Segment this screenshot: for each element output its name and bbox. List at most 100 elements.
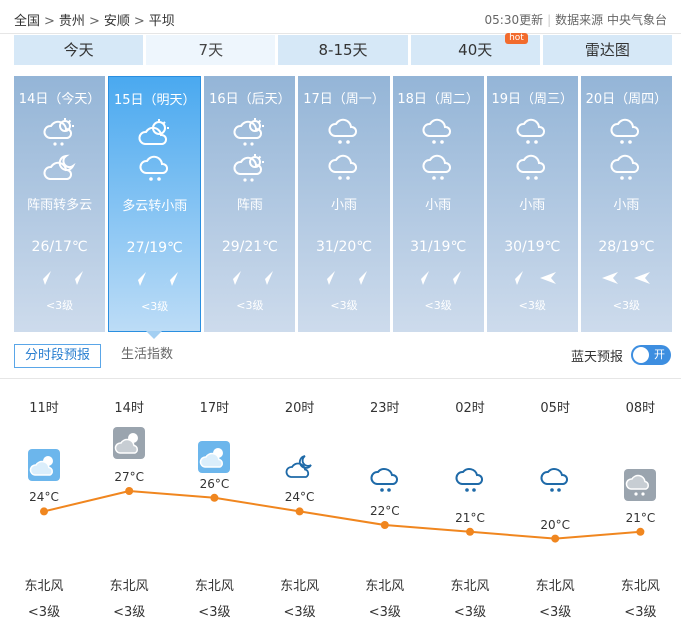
partly-cloudy-night-icon	[284, 451, 316, 483]
wind-directions	[109, 270, 200, 292]
hour-time: 08时	[625, 401, 656, 416]
hour-temperature: 21°C	[625, 510, 656, 525]
wind-level: <3级	[236, 299, 264, 312]
tab-hourly-forecast[interactable]: 分时段预报	[14, 344, 102, 368]
tab-label: 今天	[63, 41, 94, 59]
partly-cloudy-icon	[198, 440, 231, 473]
breadcrumb-province[interactable]: 贵州	[59, 14, 85, 29]
hour-temperature: 22°C	[369, 504, 400, 518]
hour-temperature: 27°C	[114, 470, 145, 484]
light-rain-icon	[326, 152, 362, 184]
wind-arrow-icon	[319, 269, 337, 291]
light-rain-icon	[137, 153, 173, 185]
day-card[interactable]: 15日（明天） 多云转小雨 27/19℃ <3级	[108, 76, 202, 332]
breadcrumb-country[interactable]: 全国	[14, 14, 40, 29]
weather-description: 阵雨	[236, 198, 263, 213]
wind-directions	[14, 269, 105, 291]
day-label: 18日（周二）	[397, 92, 479, 107]
tab-life-index[interactable]: 生活指数	[111, 344, 183, 368]
wind-direction: 东北风	[535, 579, 575, 594]
sub-tabs: 分时段预报 生活指数	[14, 344, 183, 368]
toggle-text: 开	[654, 348, 665, 361]
temperature-range: 29/21℃	[221, 239, 278, 255]
partly-cloudy-icon	[28, 449, 60, 481]
hour-time: 20时	[284, 401, 315, 416]
hour-time: 23时	[370, 401, 400, 416]
temperature-range: 26/17℃	[31, 239, 88, 255]
wind-arrow-icon	[507, 269, 525, 291]
wind-level: <3级	[624, 605, 657, 620]
day-card[interactable]: 16日（后天） 阵雨 29/21℃ <3级	[204, 76, 296, 332]
tab-today[interactable]: 今天	[14, 35, 144, 65]
wind-level: <3级	[612, 299, 641, 312]
light-rain-icon	[608, 152, 644, 184]
wind-arrow-icon	[67, 269, 85, 291]
hour-temperature: 24°C	[284, 490, 315, 505]
day-card[interactable]: 18日（周二） 小雨 31/19℃ <3级	[392, 76, 484, 332]
tab-label: 雷达图	[584, 41, 630, 59]
cloud-rain-sun-icon	[42, 116, 78, 148]
hour-temperature: 21°C	[455, 510, 485, 525]
wind-arrow-icon	[130, 270, 148, 292]
breadcrumb-county[interactable]: 平坝	[149, 14, 175, 29]
tab-radar[interactable]: 雷达图	[542, 35, 673, 65]
tab-label: 8-15天	[318, 41, 368, 59]
breadcrumb-separator: >	[88, 14, 100, 29]
hourly-item: 17时 东北风 <3级 26°C	[172, 379, 256, 644]
light-rain-icon	[608, 116, 644, 148]
hourly-item: 14时 东北风 <3级 27°C	[87, 379, 171, 644]
hourly-item: 02时 东北风 <3级 21°C	[428, 379, 512, 644]
wind-direction: 东北风	[365, 579, 405, 594]
breadcrumb-city[interactable]: 安顺	[104, 14, 130, 29]
hour-temperature: 26°C	[199, 476, 230, 491]
wind-direction: 东北风	[109, 579, 149, 594]
blue-sky-label: 蓝天预报	[570, 349, 623, 365]
hourly-item: 23时东北风 <3级 22°C	[343, 379, 427, 644]
day-card[interactable]: 20日（周四） 小雨 28/19℃ <3级	[580, 76, 672, 332]
day-card[interactable]: 17日（周一） 小雨 31/20℃ <3级	[298, 76, 390, 332]
tab-label: 7天	[198, 41, 224, 59]
day-label: 15日（明天）	[113, 93, 196, 108]
wind-level: <3级	[368, 605, 401, 620]
wind-arrow-icon	[35, 269, 53, 291]
partly-cloudy-icon	[137, 117, 173, 149]
wind-level: <3级	[141, 300, 169, 313]
day-label: 17日（周一）	[303, 92, 385, 107]
wind-level: <3级	[283, 605, 316, 620]
tab-7-days[interactable]: 7天	[146, 35, 276, 65]
cloud-rain-sun-icon	[232, 152, 268, 184]
tab-40-days[interactable]: 40天 hot	[410, 33, 540, 65]
tab-8-15-days[interactable]: 8-15天	[278, 35, 408, 65]
wind-directions	[393, 269, 484, 291]
day-card[interactable]: 19日（周三） 小雨 30/19℃ <3级	[486, 76, 578, 332]
overcast-sun-icon	[113, 427, 146, 459]
top-bar: 全国 > 贵州 > 安顺 > 平坝 05:30更新 | 数据来源 中央气象台	[0, 0, 681, 34]
wind-arrow-icon	[539, 269, 557, 291]
weather-description: 多云转小雨	[122, 199, 188, 214]
light-rain-icon	[514, 152, 550, 184]
hourly-forecast: 11时 东北风 <3级 24°C 14时 东北风 <3级 27°C 17时 东北风 <3级 26°C 2…	[0, 378, 681, 644]
wind-level: <3级	[539, 605, 572, 620]
wind-level: <3级	[27, 605, 61, 620]
blue-sky-toggle[interactable]: 开	[631, 345, 671, 365]
forecast-tabs: 今天 7天 8-15天 40天 hot 雷达图	[14, 33, 673, 65]
light-rain-icon	[326, 116, 362, 148]
day-card[interactable]: 14日（今天） 阵雨转多云 26/17℃ <3级	[14, 76, 106, 332]
weather-description: 小雨	[613, 198, 640, 213]
wind-level: <3级	[198, 605, 231, 620]
hot-badge: hot	[505, 33, 528, 44]
light-rain-icon	[420, 116, 456, 148]
overcast-rain-icon	[624, 469, 657, 501]
hour-time: 02时	[455, 401, 485, 416]
wind-arrow-icon	[633, 269, 651, 291]
hour-time: 14时	[114, 401, 144, 416]
temperature-range: 31/19℃	[410, 239, 467, 255]
update-time: 05:30更新	[484, 13, 544, 27]
wind-direction: 东北风	[24, 579, 64, 594]
toggle-knob	[633, 347, 649, 363]
light-rain-icon	[539, 464, 571, 496]
update-info: 05:30更新 | 数据来源 中央气象台	[485, 11, 667, 28]
breadcrumb-separator: >	[133, 14, 145, 29]
wind-level: <3级	[518, 299, 546, 312]
day-label: 14日（今天）	[18, 92, 101, 107]
